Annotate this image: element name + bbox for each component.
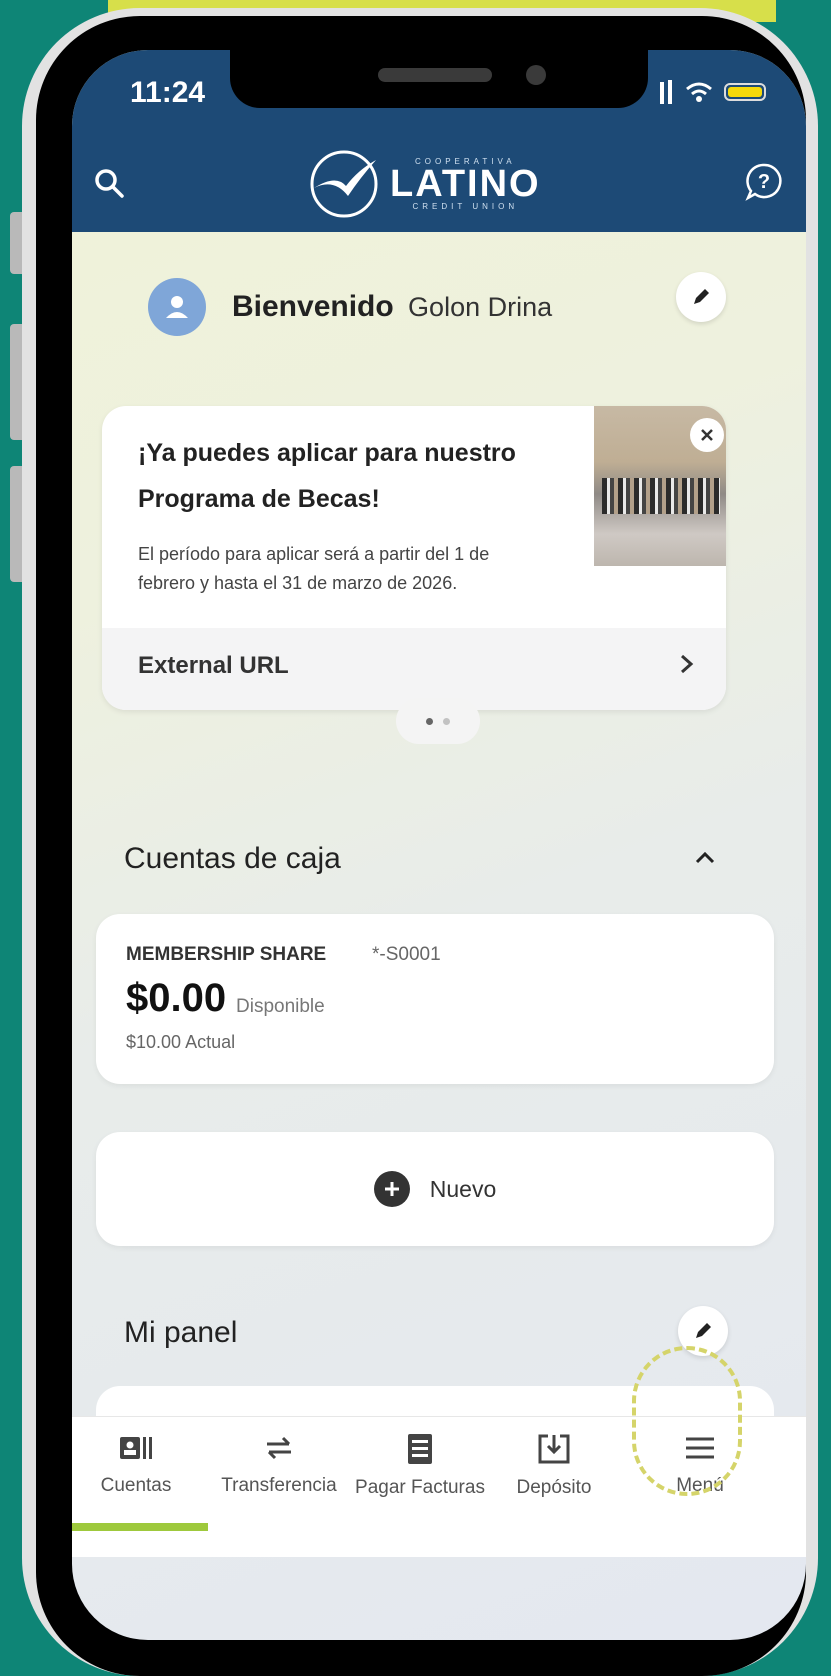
carousel-dot[interactable]	[443, 717, 450, 725]
new-label: Nuevo	[429, 1175, 497, 1202]
active-tab-indicator	[72, 1523, 208, 1531]
search-icon	[95, 169, 124, 198]
battery-icon	[724, 83, 766, 101]
bills-icon	[408, 1434, 432, 1464]
promo-description: El período para aplicar será a partir de…	[138, 544, 490, 593]
new-account-button[interactable]: Nuevo	[96, 1132, 774, 1246]
tab-pagar-facturas[interactable]: Pagar Facturas	[352, 1433, 488, 1523]
chevron-right-icon	[681, 654, 694, 674]
available-label: Disponible	[236, 996, 325, 1017]
edit-welcome-button[interactable]	[676, 272, 726, 322]
pencil-icon	[696, 1323, 711, 1338]
tab-label: Transferencia	[221, 1475, 337, 1496]
signal-icon	[660, 80, 672, 104]
promo-photo-crowd	[602, 478, 720, 514]
app-header: COOPERATIVA LATINO CREDIT UNION ?	[72, 136, 806, 232]
promo-close-button[interactable]	[690, 418, 724, 452]
user-name: Golon Drina	[408, 292, 553, 322]
dove-logo-icon	[310, 150, 378, 218]
front-camera	[526, 65, 546, 85]
logo-main-text: LATINO	[390, 163, 541, 205]
status-time: 11:24	[130, 76, 206, 109]
accounts-section-title: Cuentas de caja	[124, 842, 341, 875]
greeting-word: Bienvenido	[232, 290, 394, 323]
account-name: MEMBERSHIP SHARE	[126, 944, 327, 965]
wifi-icon	[686, 82, 712, 102]
tab-label: Pagar Facturas	[355, 1477, 485, 1498]
promo-link-label: External URL	[138, 652, 289, 679]
speaker	[378, 68, 492, 82]
tab-transferencia[interactable]: Transferencia	[206, 1433, 352, 1523]
accounts-icon	[120, 1437, 152, 1459]
status-icons	[660, 80, 766, 104]
search-button[interactable]	[92, 166, 126, 205]
help-chat-icon: ?	[745, 163, 782, 201]
user-icon	[166, 296, 188, 318]
menu-highlight-ring	[632, 1346, 742, 1496]
help-button[interactable]: ?	[744, 162, 784, 207]
plus-icon	[373, 1171, 410, 1207]
account-number: *-S0001	[372, 944, 441, 965]
status-bar: 11:24	[72, 50, 806, 136]
tab-cuentas[interactable]: Cuentas	[86, 1433, 186, 1523]
chevron-up-icon[interactable]	[692, 846, 718, 870]
logo: COOPERATIVA LATINO CREDIT UNION	[304, 148, 541, 220]
welcome-greeting: Bienvenido Golon Drina	[232, 290, 552, 324]
promo-card[interactable]: ¡Ya puedes aplicar para nuestro Programa…	[102, 406, 726, 710]
svg-text:?: ?	[758, 171, 770, 193]
promo-title: ¡Ya puedes aplicar para nuestro Programa…	[138, 439, 516, 513]
avatar[interactable]	[148, 278, 206, 336]
panel-section-title: Mi panel	[124, 1316, 238, 1349]
tab-label: Cuentas	[100, 1475, 172, 1496]
tab-deposito[interactable]: Depósito	[504, 1433, 604, 1523]
carousel-pagination[interactable]	[396, 698, 480, 744]
deposit-icon	[538, 1434, 570, 1464]
account-card[interactable]: MEMBERSHIP SHARE *-S0001 $0.00 Disponibl…	[96, 914, 774, 1084]
account-current-balance: $10.00 Actual	[126, 1032, 236, 1052]
logo-sub-text: CREDIT UNION	[412, 202, 519, 211]
account-available-balance: $0.00	[126, 976, 227, 1020]
welcome-row: Bienvenido Golon Drina	[148, 278, 552, 336]
carousel-dot-active[interactable]	[426, 717, 433, 725]
notch	[230, 50, 648, 108]
transfer-icon	[267, 1436, 291, 1460]
tab-label: Depósito	[516, 1477, 592, 1498]
close-icon	[701, 429, 713, 441]
pencil-icon	[694, 289, 709, 304]
